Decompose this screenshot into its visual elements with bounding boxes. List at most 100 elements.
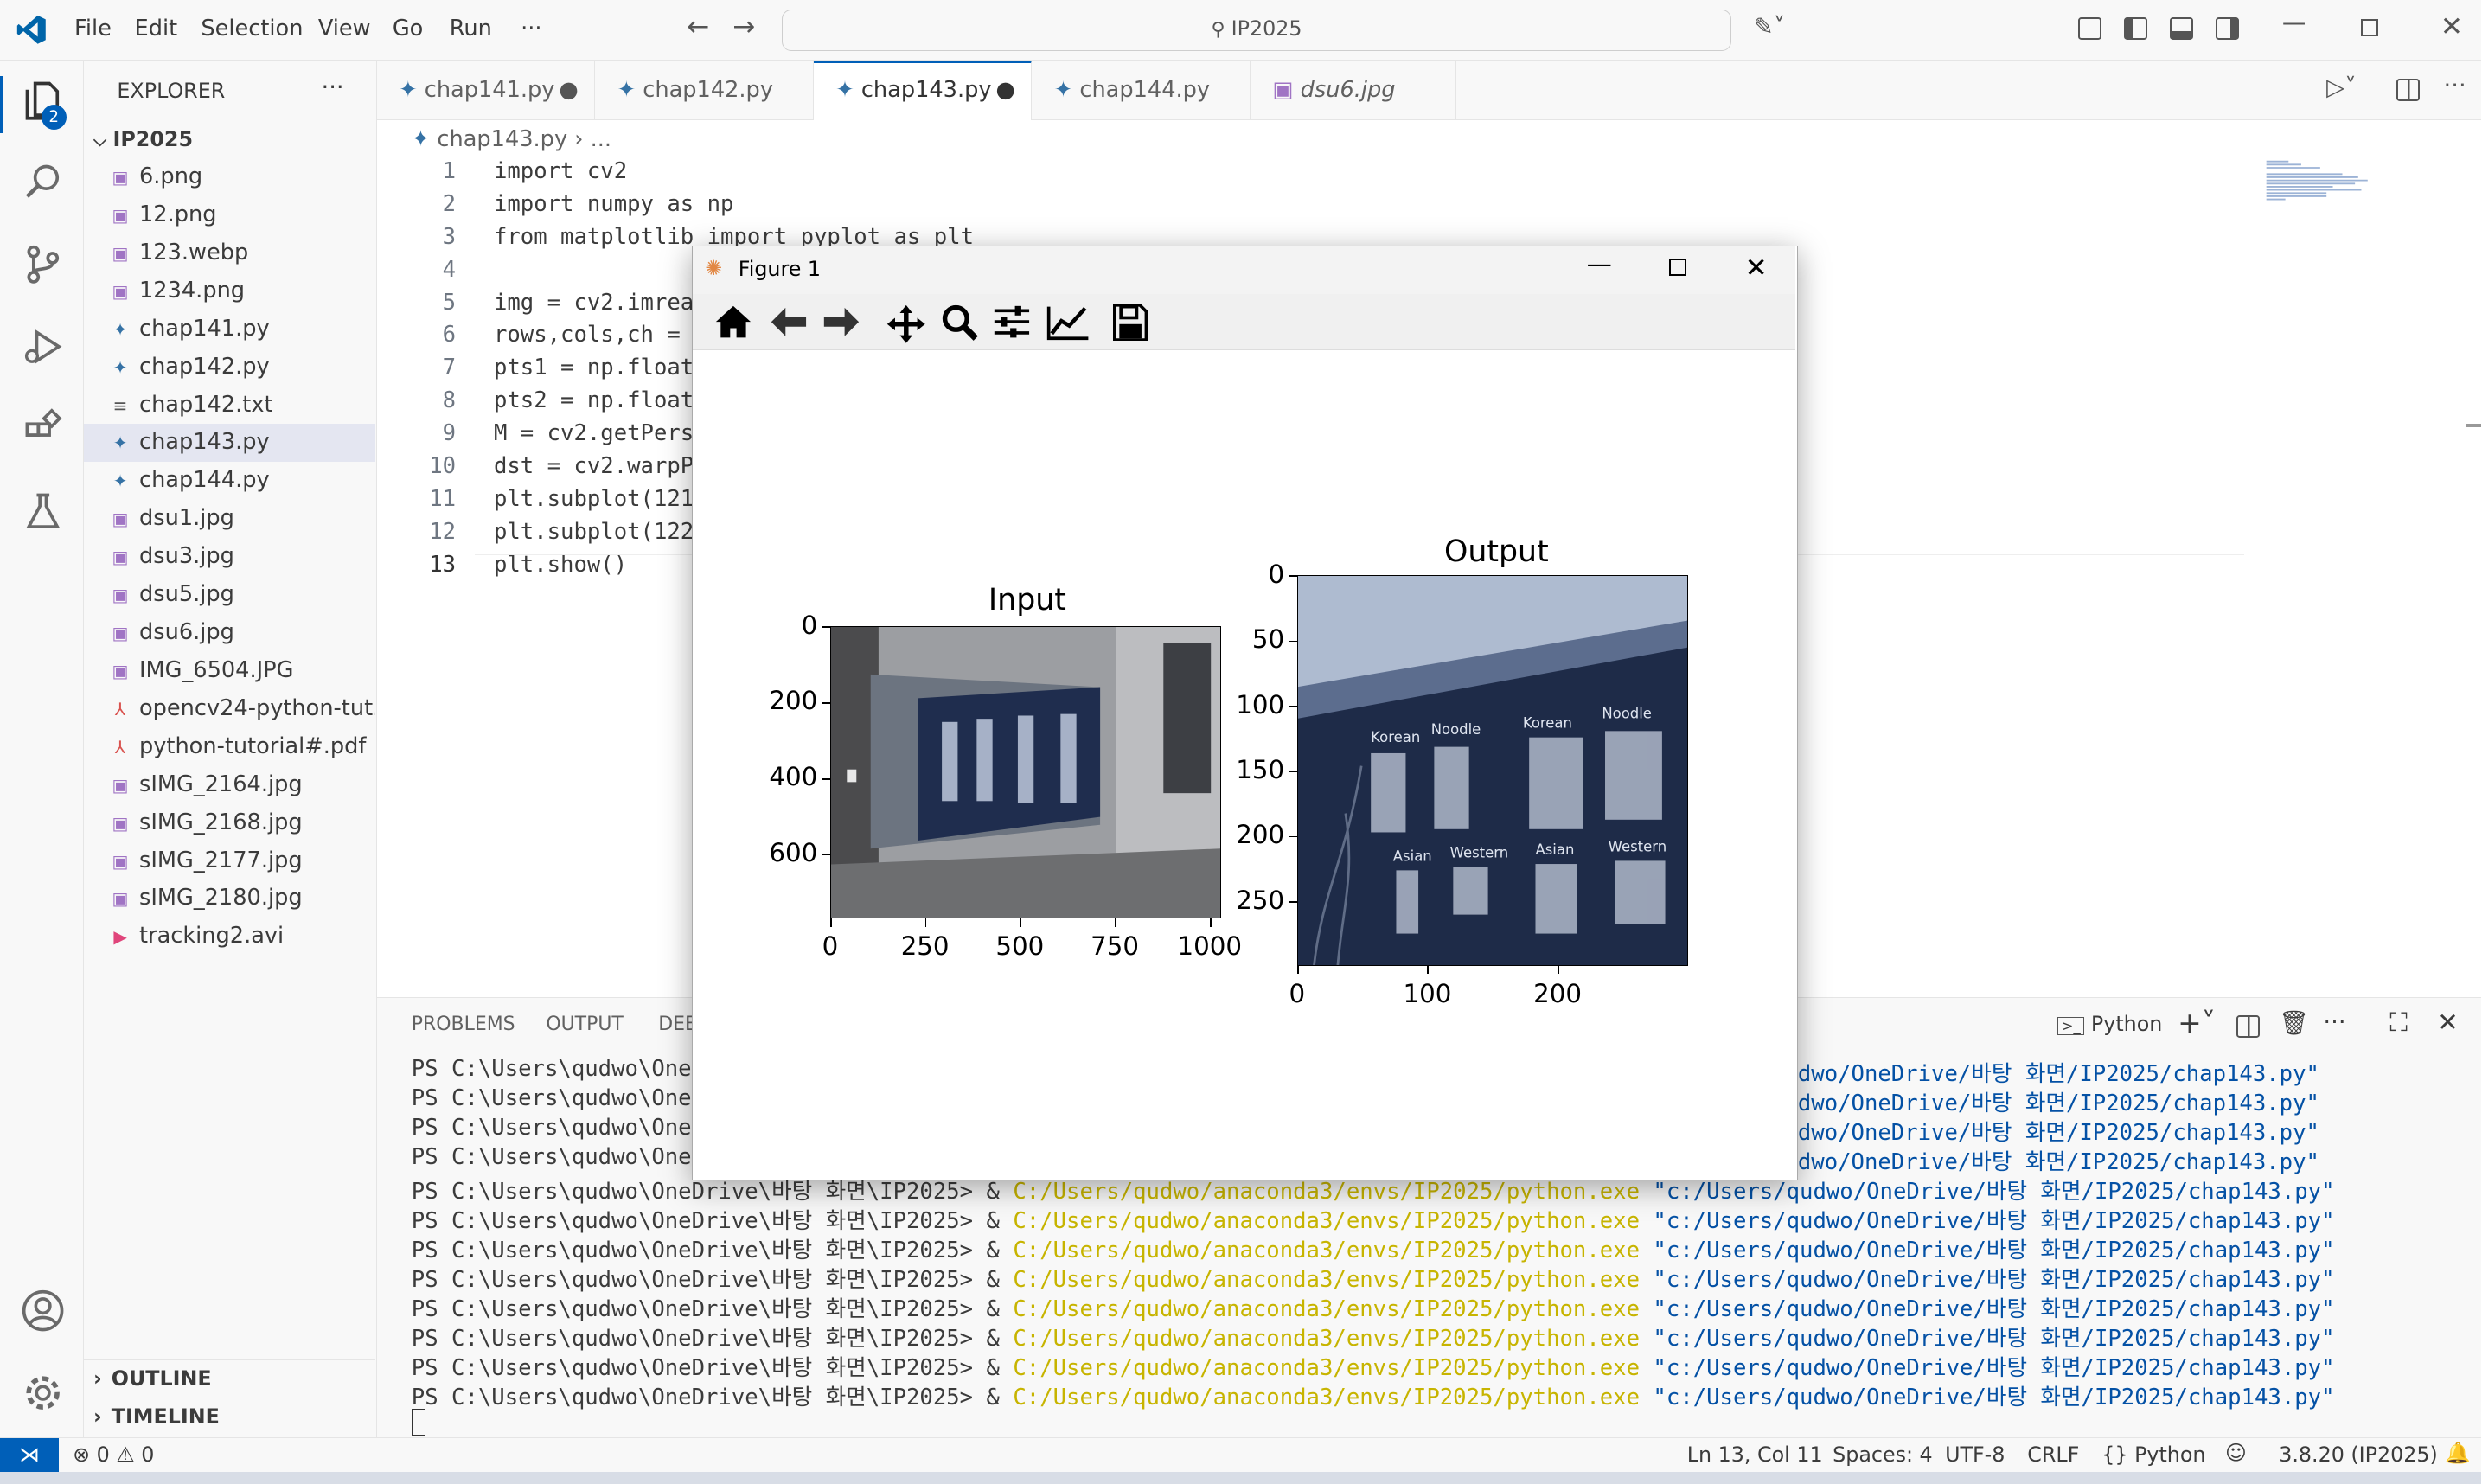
save-icon[interactable] [1113, 303, 1148, 347]
code-line[interactable]: dst = cv2.warpP [494, 453, 694, 479]
tab-problems[interactable]: PROBLEMS [412, 1014, 515, 1035]
file-item[interactable]: ▣ sIMG_2164.jpg [84, 766, 375, 804]
copilot-icon[interactable]: ✎˅ [1754, 14, 1786, 41]
split-editor-icon[interactable] [2396, 79, 2421, 102]
figure-minimize-icon[interactable]: — [1587, 249, 1612, 278]
code-line[interactable]: M = cv2.getPers [494, 420, 694, 446]
breadcrumb-file[interactable]: chap143.py [437, 126, 567, 152]
file-item[interactable]: ▣ 6.png [84, 158, 375, 196]
customize-layout-icon[interactable] [2077, 17, 2102, 40]
code-line[interactable]: pts1 = np.float [494, 355, 694, 381]
tab-chap142[interactable]: ✦ chap142.py [595, 60, 814, 121]
code-line[interactable]: import numpy as np [494, 191, 734, 217]
figure-close-icon[interactable]: ✕ [1745, 253, 1768, 284]
panel-more-icon[interactable]: ··· [2323, 1009, 2345, 1036]
file-item[interactable]: ✦ chap144.py [84, 462, 375, 500]
encoding[interactable]: UTF-8 [1945, 1442, 2005, 1467]
forward-icon[interactable] [822, 306, 860, 343]
toggle-panel-icon[interactable] [2169, 17, 2194, 40]
settings-gear-icon[interactable] [19, 1371, 67, 1418]
explorer-more-icon[interactable]: ··· [321, 74, 343, 101]
file-item[interactable]: ⅄ python-tutorial#.pdf [84, 728, 375, 766]
tab-dsu6[interactable]: ▣ dsu6.jpg [1251, 60, 1456, 121]
file-item[interactable]: ▣ sIMG_2168.jpg [84, 804, 375, 842]
pan-icon[interactable] [886, 304, 927, 350]
tab-chap141[interactable]: ✦ chap141.py ● [377, 60, 596, 121]
trash-icon[interactable]: 🗑 [2279, 1009, 2309, 1037]
file-item[interactable]: ≡ chap142.txt [84, 387, 375, 425]
edit-axis-icon[interactable] [1046, 304, 1090, 347]
run-debug-icon[interactable] [19, 326, 67, 374]
folder-ip2025[interactable]: ⌵ IP2025 [84, 122, 375, 157]
close-icon[interactable]: ✕ [2440, 11, 2463, 42]
file-item[interactable]: ▣ 1234.png [84, 272, 375, 310]
file-item[interactable]: ▣ dsu6.jpg [84, 614, 375, 652]
editor-more-icon[interactable]: ··· [2444, 73, 2466, 99]
code-line[interactable]: plt.subplot(121 [494, 486, 694, 512]
account-icon[interactable] [19, 1289, 67, 1336]
file-item[interactable]: ✦ chap141.py [84, 310, 375, 349]
file-item[interactable]: ✦ chap142.py [84, 349, 375, 387]
file-item[interactable]: ▶ tracking2.avi [84, 918, 375, 956]
line-ending[interactable]: CRLF [2027, 1442, 2079, 1467]
code-line[interactable]: rows,cols,ch = [494, 322, 694, 348]
configure-subplots-icon[interactable] [993, 304, 1031, 344]
remote-indicator-icon[interactable]: ⋊ [0, 1437, 59, 1473]
file-item[interactable]: ▣ sIMG_2180.jpg [84, 880, 375, 918]
menu-file[interactable]: File [74, 16, 112, 42]
file-item[interactable]: ▣ 12.png [84, 196, 375, 234]
menu-edit[interactable]: Edit [135, 16, 178, 42]
menu-view[interactable]: View [318, 16, 371, 42]
code-line[interactable]: import cv2 [494, 158, 627, 184]
terminal-shell-selector[interactable]: >_ Python [2057, 1012, 2162, 1036]
command-center-search[interactable]: ⚲ IP2025 [782, 9, 1732, 51]
file-item[interactable]: ✦ chap143.py [83, 424, 375, 463]
menu-run[interactable]: Run [450, 16, 492, 42]
file-item[interactable]: ▣ IMG_6504.JPG [84, 652, 375, 690]
menu-go[interactable]: Go [393, 16, 424, 42]
back-arrow-icon[interactable]: ← [687, 11, 709, 42]
new-terminal-plus-icon[interactable]: +˅ [2178, 1006, 2216, 1039]
extensions-icon[interactable] [19, 408, 67, 456]
figure-maximize-icon[interactable] [1668, 259, 1686, 277]
source-control-icon[interactable] [19, 244, 67, 291]
file-item[interactable]: ▣ dsu3.jpg [84, 538, 375, 576]
testing-flask-icon[interactable] [19, 490, 67, 538]
tab-chap143[interactable]: ✦ chap143.py ● [813, 60, 1033, 121]
input-image[interactable] [829, 625, 1221, 919]
code-line[interactable]: pts2 = np.float [494, 387, 694, 413]
outline-section[interactable]: › OUTLINE [83, 1359, 375, 1398]
menu-more[interactable]: ··· [521, 16, 541, 42]
output-image[interactable]: Korean Noodle Korean Noodle Asian Wester… [1296, 575, 1688, 967]
minimap[interactable] [2263, 158, 2374, 202]
notifications-bell-icon[interactable]: 🔔 [2445, 1441, 2471, 1465]
forward-arrow-icon[interactable]: → [732, 11, 755, 42]
back-icon[interactable] [770, 306, 808, 343]
split-terminal-icon[interactable] [2236, 1015, 2261, 1038]
zoom-icon[interactable] [941, 304, 979, 347]
cursor-position[interactable]: Ln 13, Col 11 [1687, 1442, 1823, 1467]
indentation[interactable]: Spaces: 4 [1833, 1442, 1933, 1467]
language-mode[interactable]: {} Python [2101, 1442, 2205, 1467]
code-line[interactable]: plt.subplot(122 [494, 519, 694, 545]
file-item[interactable]: ▣ sIMG_2177.jpg [84, 842, 375, 880]
minimize-icon[interactable]: — [2282, 10, 2306, 36]
problems-status[interactable]: ⊗ 0 ⚠ 0 [73, 1442, 154, 1467]
file-item[interactable]: ▣ dsu5.jpg [84, 576, 375, 614]
python-interpreter[interactable]: 3.8.20 (IP2025) [2279, 1442, 2438, 1467]
tab-output[interactable]: OUTPUT [546, 1014, 623, 1035]
code-line[interactable]: img = cv2.imrea [494, 290, 694, 316]
breadcrumb-symbols[interactable]: ... [591, 126, 611, 152]
restore-icon[interactable] [2361, 18, 2379, 37]
file-item[interactable]: ▣ dsu1.jpg [84, 500, 375, 538]
search-view-icon[interactable] [19, 162, 67, 209]
run-python-file-icon[interactable]: ▷˅ [2326, 74, 2357, 101]
home-icon[interactable] [714, 304, 752, 344]
timeline-section[interactable]: › TIMELINE [83, 1397, 375, 1436]
maximize-panel-icon[interactable]: ⛶ [2389, 1007, 2408, 1038]
copilot-status-icon[interactable]: ☺ [2225, 1441, 2247, 1465]
tab-chap144[interactable]: ✦ chap144.py [1032, 60, 1251, 121]
menu-selection[interactable]: Selection [201, 16, 303, 42]
toggle-secondary-sidebar-icon[interactable] [2216, 17, 2240, 40]
file-item[interactable]: ⅄ opencv24-python-tut... [84, 690, 375, 728]
